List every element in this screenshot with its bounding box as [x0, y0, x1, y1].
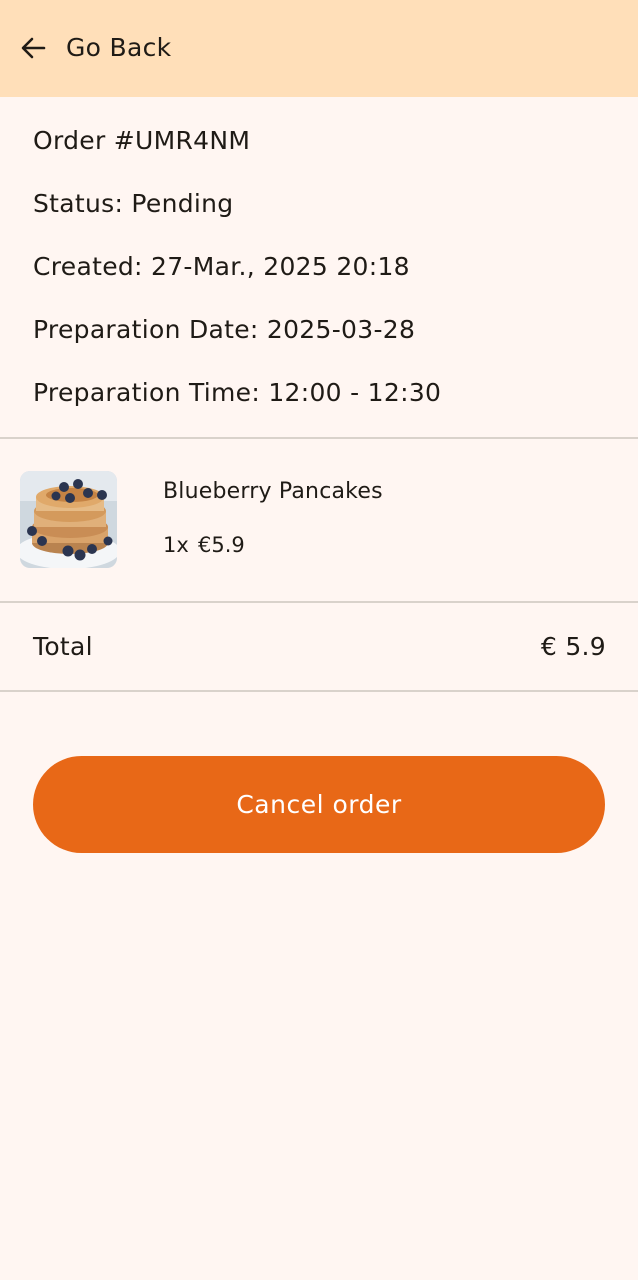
- divider: [0, 690, 638, 692]
- arrow-back-icon[interactable]: [20, 35, 46, 61]
- item-price: €5.9: [198, 533, 245, 557]
- preparation-time: Preparation Time: 12:00 - 12:30: [33, 378, 442, 407]
- total-value: € 5.9: [540, 632, 606, 661]
- go-back-button[interactable]: Go Back: [66, 31, 171, 65]
- item-image: [20, 471, 117, 568]
- app-bar: Go Back: [0, 0, 638, 97]
- order-created: Created: 27-Mar., 2025 20:18: [33, 252, 410, 281]
- total-label: Total: [33, 632, 93, 661]
- total-row: Total € 5.9: [0, 603, 638, 690]
- cancel-order-button[interactable]: Cancel order: [33, 756, 605, 853]
- order-number: Order #UMR4NM: [33, 126, 251, 155]
- item-name: Blueberry Pancakes: [163, 479, 383, 504]
- item-quantity: 1x: [163, 533, 189, 557]
- preparation-date: Preparation Date: 2025-03-28: [33, 315, 416, 344]
- order-info: Order #UMR4NM Status: Pending Created: 2…: [0, 97, 638, 437]
- order-status: Status: Pending: [33, 189, 234, 218]
- list-item: Blueberry Pancakes 1x €5.9: [0, 439, 638, 601]
